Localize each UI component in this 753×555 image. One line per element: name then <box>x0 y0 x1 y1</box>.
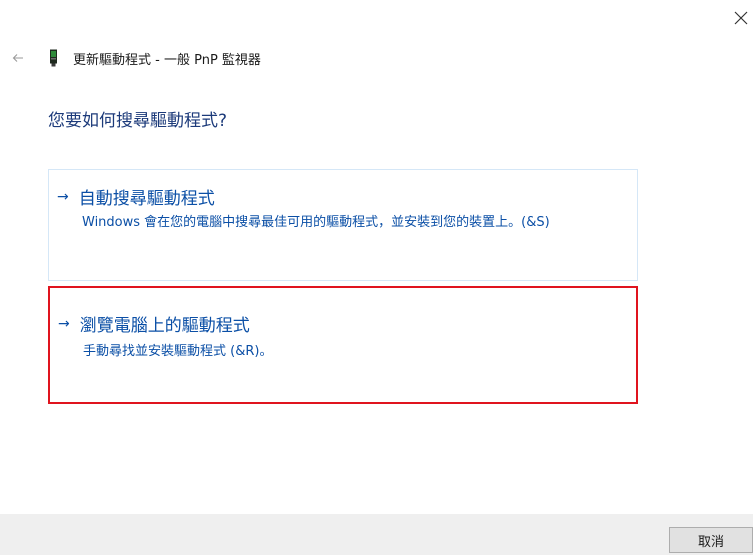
close-icon <box>734 11 748 25</box>
search-automatically-option[interactable]: → 自動搜尋驅動程式 Windows 會在您的電腦中搜尋最佳可用的驅動程式，並安… <box>48 169 638 281</box>
window-title: 更新驅動程式 - 一般 PnP 監視器 <box>73 52 261 68</box>
monitor-device-icon <box>48 49 60 67</box>
option-title: → 瀏覽電腦上的驅動程式 <box>58 311 250 337</box>
option-title-text: 自動搜尋驅動程式 <box>78 189 215 209</box>
page-heading: 您要如何搜尋驅動程式? <box>48 111 228 131</box>
dialog-footer: 取消 <box>0 514 753 555</box>
window-title-bar: 更新驅動程式 - 一般 PnP 監視器 <box>48 47 261 69</box>
option-description: 手動尋找並安裝驅動程式 (&R)。 <box>83 344 273 359</box>
arrow-right-icon: → <box>58 315 70 332</box>
back-button[interactable] <box>10 50 26 66</box>
browse-computer-option[interactable]: → 瀏覽電腦上的驅動程式 手動尋找並安裝驅動程式 (&R)。 <box>48 286 638 404</box>
back-arrow-icon <box>12 54 23 62</box>
arrow-right-icon: → <box>57 188 69 205</box>
option-description: Windows 會在您的電腦中搜尋最佳可用的驅動程式，並安裝到您的裝置上。(&S… <box>82 215 550 230</box>
option-title: → 自動搜尋驅動程式 <box>57 184 215 210</box>
option-title-text: 瀏覽電腦上的驅動程式 <box>79 316 250 336</box>
cancel-button[interactable]: 取消 <box>669 527 753 553</box>
close-button[interactable] <box>729 6 753 30</box>
